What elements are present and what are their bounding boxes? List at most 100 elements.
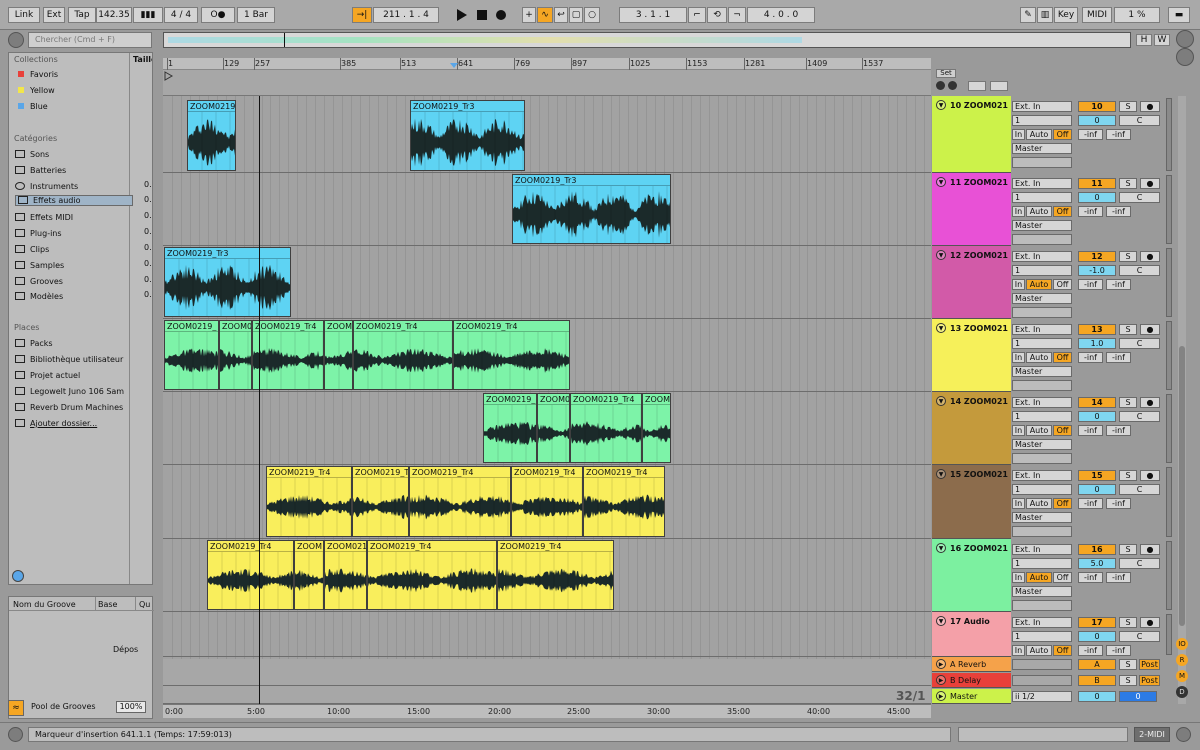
audio-clip[interactable]: ZOOM0 [537,393,570,463]
groove-name-header[interactable]: Nom du Groove [13,600,76,609]
groove-base-header[interactable]: Base [98,600,117,609]
solo-button[interactable]: S [1119,544,1137,555]
solo-button[interactable]: S [1119,617,1137,628]
track-lane[interactable] [163,612,931,657]
master-volume-field[interactable]: 0 [1078,691,1116,702]
input-channel-select[interactable]: 1 [1012,265,1072,276]
fold-track-icon[interactable]: ▼ [936,396,946,406]
arm-record-icon[interactable]: ● [1140,470,1160,481]
ext-sync-button[interactable]: Ext [43,7,65,23]
solo-button[interactable]: S [1119,675,1137,686]
place-legowelt[interactable]: Legowelt Juno 106 Sam [15,385,133,399]
key-map-button[interactable]: Key [1054,7,1078,23]
monitor-in-button[interactable]: In [1012,279,1025,290]
solo-button[interactable]: S [1119,470,1137,481]
mixer-toggle-icon[interactable]: M [1176,670,1188,682]
link-button[interactable]: Link [8,7,40,23]
track-header[interactable]: ▼ 15 ZOOM021 [932,465,1011,539]
audio-clip[interactable]: ZOOM0219_Tr4 [353,320,453,390]
arm-record-icon[interactable]: ● [1140,251,1160,262]
arm-record-icon[interactable]: ● [1140,544,1160,555]
draw-mode-icon[interactable]: ✎ [1020,7,1036,23]
fold-track-icon[interactable]: ▼ [936,177,946,187]
solo-button[interactable]: S [1119,251,1137,262]
fold-icon[interactable] [968,81,986,91]
arm-record-icon[interactable]: ● [1140,324,1160,335]
track-activator[interactable]: 17 [1078,617,1116,628]
track-activator[interactable]: 16 [1078,544,1116,555]
collection-favoris[interactable]: Favoris [15,68,133,82]
loop-start-field[interactable]: 3 . 1 . 1 [619,7,687,23]
track-header[interactable]: ▼ 17 Audio [932,612,1011,657]
pan-field[interactable]: C [1119,338,1160,349]
output-select[interactable]: Master [1012,143,1072,154]
lock-icon[interactable] [990,81,1008,91]
arm-record-icon[interactable]: ● [1140,101,1160,112]
audio-clip[interactable]: ZOOM0219_ [483,393,537,463]
solo-button[interactable]: S [1119,659,1137,670]
volume-field[interactable]: 1.0 [1078,338,1116,349]
track-lane[interactable]: ZOOM0219_ZOOM0ZOOM0219_Tr4ZOOM0ZOOM0219_… [163,319,931,392]
track-lane[interactable]: ZOOM0219_Tr3 [163,246,931,319]
return-lane[interactable] [163,672,931,686]
quantization-select[interactable]: 1 Bar [237,7,275,23]
follow-icon[interactable]: →| [352,7,372,23]
tap-tempo-button[interactable]: Tap [68,7,96,23]
input-type-select[interactable]: Ext. In [1012,324,1072,335]
track-activator[interactable]: 13 [1078,324,1116,335]
audio-clip[interactable]: ZOOM0219_Tr4 [570,393,642,463]
keyboard-icon[interactable]: ▥ [1037,7,1053,23]
output-channel-select[interactable] [1012,234,1072,245]
input-type-select[interactable]: Ext. In [1012,251,1072,262]
place-user-library[interactable]: Bibliothèque utilisateur [15,353,133,367]
audio-clip[interactable]: ZOOM0219_Tr4 [367,540,497,610]
session-record-icon[interactable]: ○ [584,7,600,23]
place-packs[interactable]: Packs [15,337,133,351]
monitor-off-button[interactable]: Off [1053,572,1072,583]
audio-clip[interactable]: ZOOM0219_T [352,466,409,537]
search-input[interactable]: Chercher (Cmd + F) [28,32,152,48]
post-fader-button[interactable]: Post [1139,659,1160,670]
input-type-select[interactable]: Ext. In [1012,470,1072,481]
fold-track-icon[interactable]: ▶ [936,691,946,701]
category-batteries[interactable]: Batteries [15,164,133,178]
loop-length-field[interactable]: 4 . 0 . 0 [747,7,815,23]
master-pan-field[interactable]: 0 [1119,691,1157,702]
audio-clip[interactable]: ZOOM0219_Tr3 [512,174,671,244]
track-lane[interactable]: ZOOM0219 ZOOM0219_Tr3 [163,96,931,173]
returns-toggle-icon[interactable]: R [1176,654,1188,666]
volume-field[interactable]: 0 [1078,115,1116,126]
audio-clip[interactable]: ZOOM0219_Tr4 [266,466,352,537]
audio-clip[interactable]: ZOOM0219_Tr4 [511,466,583,537]
track-activator[interactable]: 15 [1078,470,1116,481]
track-lane[interactable]: ZOOM0219_ZOOM0ZOOM0219_Tr4ZOOM0 [163,392,931,465]
track-activator[interactable]: 12 [1078,251,1116,262]
input-channel-select[interactable]: 1 [1012,115,1072,126]
reenable-automation-icon[interactable]: ↩ [554,7,568,23]
detail-view-icon[interactable] [1176,48,1194,66]
track-activator[interactable]: 11 [1078,178,1116,189]
track-lane[interactable]: ZOOM0219_Tr4 ZOOM ZOOM021 ZOOM0219_Tr4 ZOOM0… [163,539,931,612]
master-cue-select[interactable]: ii 1/2 [1012,691,1072,702]
groove-quant-header[interactable]: Qu [139,600,150,609]
input-channel-select[interactable]: 1 [1012,558,1072,569]
input-type-select[interactable]: Ext. In [1012,178,1072,189]
track-header[interactable]: ▼ 10 ZOOM021 [932,96,1011,173]
input-type-select[interactable]: Ext. In [1012,101,1072,112]
monitor-auto-button[interactable]: Auto [1026,572,1052,583]
info-toggle-icon[interactable] [8,727,23,742]
monitor-auto-button[interactable]: Auto [1026,645,1052,656]
arrangement-lanes[interactable]: ZOOM0219 ZOOM0219_Tr3 ZOOM0219_Tr3 ZOOM0219… [163,96,931,704]
monitor-in-button[interactable]: In [1012,645,1025,656]
volume-field[interactable]: -1.0 [1078,265,1116,276]
zoom-width-button[interactable]: W [1154,34,1170,46]
volume-field[interactable]: 5.0 [1078,558,1116,569]
tempo-field[interactable]: 142.35 [96,7,132,23]
output-select[interactable]: Master [1012,439,1072,450]
category-instruments[interactable]: Instruments [15,180,133,194]
nudge-icon[interactable]: ▮▮▮ [133,7,163,23]
next-locator-icon[interactable] [948,81,957,90]
track-header[interactable]: ▼ 16 ZOOM021 [932,539,1011,612]
place-current-project[interactable]: Projet actuel [15,369,133,383]
volume-field[interactable]: 0 [1078,192,1116,203]
